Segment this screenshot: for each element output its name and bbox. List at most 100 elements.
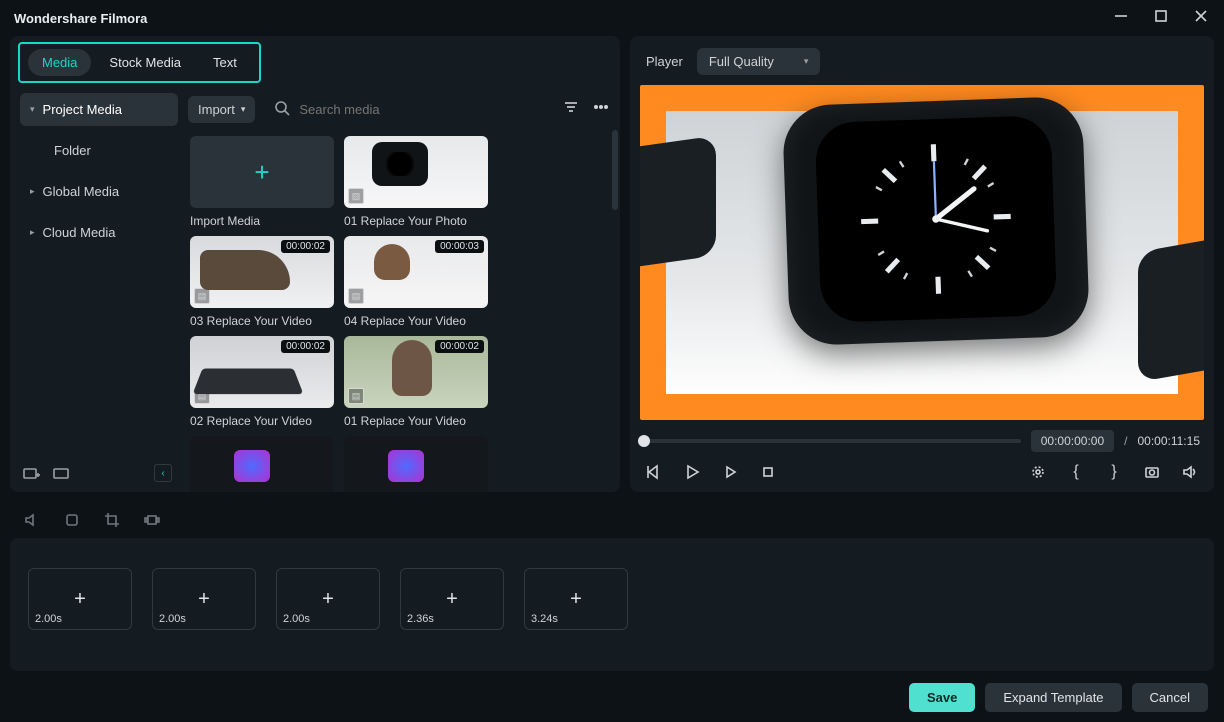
prev-frame-icon[interactable] [644,462,664,482]
audio-icon[interactable] [22,510,42,530]
card-label: 01 Replace Your Photo [344,214,488,228]
chevron-right-icon: ▸ [30,186,35,197]
plus-icon: + [254,157,269,188]
media-toolbar: Import ▾ [188,93,610,126]
chevron-down-icon: ▾ [30,104,35,115]
edit-toolbar [10,502,1214,538]
time-separator: / [1124,434,1127,448]
preview-viewport[interactable] [640,85,1204,420]
sidebar-item-global-media[interactable]: ▸ Global Media [20,175,178,208]
media-card[interactable]: 00:00:02 ▤ 02 Replace Your Video [190,336,334,428]
media-card[interactable] [344,436,488,492]
tabs: Media Stock Media Text [18,42,261,83]
app-window: Wondershare Filmora Media Stock Media Te… [0,0,1224,722]
sidebar-item-label: Project Media [43,102,122,117]
player-label: Player [646,54,683,69]
tab-media[interactable]: Media [28,49,91,76]
timeline-panel: +2.00s +2.00s +2.00s +2.36s +3.24s [10,538,1214,671]
plus-icon: + [446,588,458,611]
crop-icon[interactable] [102,510,122,530]
sidebar-item-folder[interactable]: Folder [20,134,178,167]
duration-badge: 00:00:02 [281,240,330,253]
card-label: 02 Replace Your Video [190,414,334,428]
color-icon[interactable] [62,510,82,530]
gear-icon[interactable] [1028,462,1048,482]
scrollbar[interactable] [612,130,618,210]
media-card[interactable]: 00:00:03 ▤ 04 Replace Your Video [344,236,488,328]
photo-icon: ▧ [348,188,364,204]
plus-icon: + [74,588,86,611]
media-card[interactable]: ▧ 01 Replace Your Photo [344,136,488,228]
quality-value: Full Quality [709,54,774,69]
duration-badge: 00:00:03 [435,240,484,253]
more-icon[interactable] [592,98,610,121]
media-card[interactable]: 00:00:02 ▤ 01 Replace Your Video [344,336,488,428]
timeline-slot[interactable]: +2.36s [400,568,504,630]
play-icon[interactable] [682,462,702,482]
stop-icon[interactable] [758,462,778,482]
slot-duration: 2.36s [407,613,434,625]
progress-knob[interactable] [638,435,650,447]
sidebar-item-project-media[interactable]: ▾ Project Media [20,93,178,126]
timeline-slot[interactable]: +2.00s [152,568,256,630]
new-folder-icon[interactable] [22,464,40,482]
media-panel: Media Stock Media Text ▾ Project Media F… [10,36,620,492]
chevron-down-icon: ▾ [241,104,246,115]
plus-icon: + [198,588,210,611]
expand-template-button[interactable]: Expand Template [985,683,1121,712]
window-controls [1112,7,1210,30]
search-icon [273,99,291,120]
video-icon: ▤ [348,288,364,304]
duration-badge: 00:00:02 [281,340,330,353]
progress-bar[interactable] [644,439,1021,443]
timeline-slot[interactable]: +2.00s [28,568,132,630]
filter-icon[interactable] [562,98,580,121]
footer: Save Expand Template Cancel [10,671,1214,712]
save-button[interactable]: Save [909,683,975,712]
volume-icon[interactable] [1180,462,1200,482]
player-controls: { } [640,452,1204,482]
lower-area: +2.00s +2.00s +2.00s +2.36s +3.24s Save … [10,502,1214,712]
timeline-slot[interactable]: +2.00s [276,568,380,630]
quality-dropdown[interactable]: Full Quality ▾ [697,48,821,75]
bracket-open-icon[interactable]: { [1066,462,1086,482]
sidebar-footer: ‹ [22,464,172,482]
video-icon: ▤ [194,288,210,304]
maximize-icon[interactable] [1152,7,1170,30]
search-input[interactable] [299,102,544,117]
transport-bar: 00:00:00:00 / 00:00:11:15 [640,420,1204,452]
media-content: Import ▾ [188,93,610,492]
tab-text[interactable]: Text [199,49,251,76]
app-title: Wondershare Filmora [14,11,147,26]
cancel-button[interactable]: Cancel [1132,683,1208,712]
plus-icon: + [322,588,334,611]
play-small-icon[interactable] [720,462,740,482]
media-card[interactable]: 00:00:02 ▤ 03 Replace Your Video [190,236,334,328]
import-media-card[interactable]: + Import Media [190,136,334,228]
speed-icon[interactable] [142,510,162,530]
slot-duration: 2.00s [159,613,186,625]
folder-icon[interactable] [52,464,70,482]
plus-icon: + [570,588,582,611]
tab-stock-media[interactable]: Stock Media [95,49,195,76]
media-sidebar: ▾ Project Media Folder ▸ Global Media ▸ [20,93,178,492]
card-label: 03 Replace Your Video [190,314,334,328]
sidebar-item-label: Global Media [43,184,120,199]
video-icon: ▤ [348,388,364,404]
sidebar-item-cloud-media[interactable]: ▸ Cloud Media [20,216,178,249]
import-button[interactable]: Import ▾ [188,96,255,123]
minimize-icon[interactable] [1112,7,1130,30]
bracket-close-icon[interactable]: } [1104,462,1124,482]
snapshot-icon[interactable] [1142,462,1162,482]
time-total: 00:00:11:15 [1137,434,1200,448]
timeline-slot[interactable]: +3.24s [524,568,628,630]
close-icon[interactable] [1192,7,1210,30]
collapse-sidebar-icon[interactable]: ‹ [154,464,172,482]
slot-duration: 3.24s [531,613,558,625]
media-card[interactable] [190,436,334,492]
duration-badge: 00:00:02 [435,340,484,353]
slot-duration: 2.00s [35,613,62,625]
search-field[interactable] [265,93,552,126]
card-label: Import Media [190,214,334,228]
card-label: 01 Replace Your Video [344,414,488,428]
